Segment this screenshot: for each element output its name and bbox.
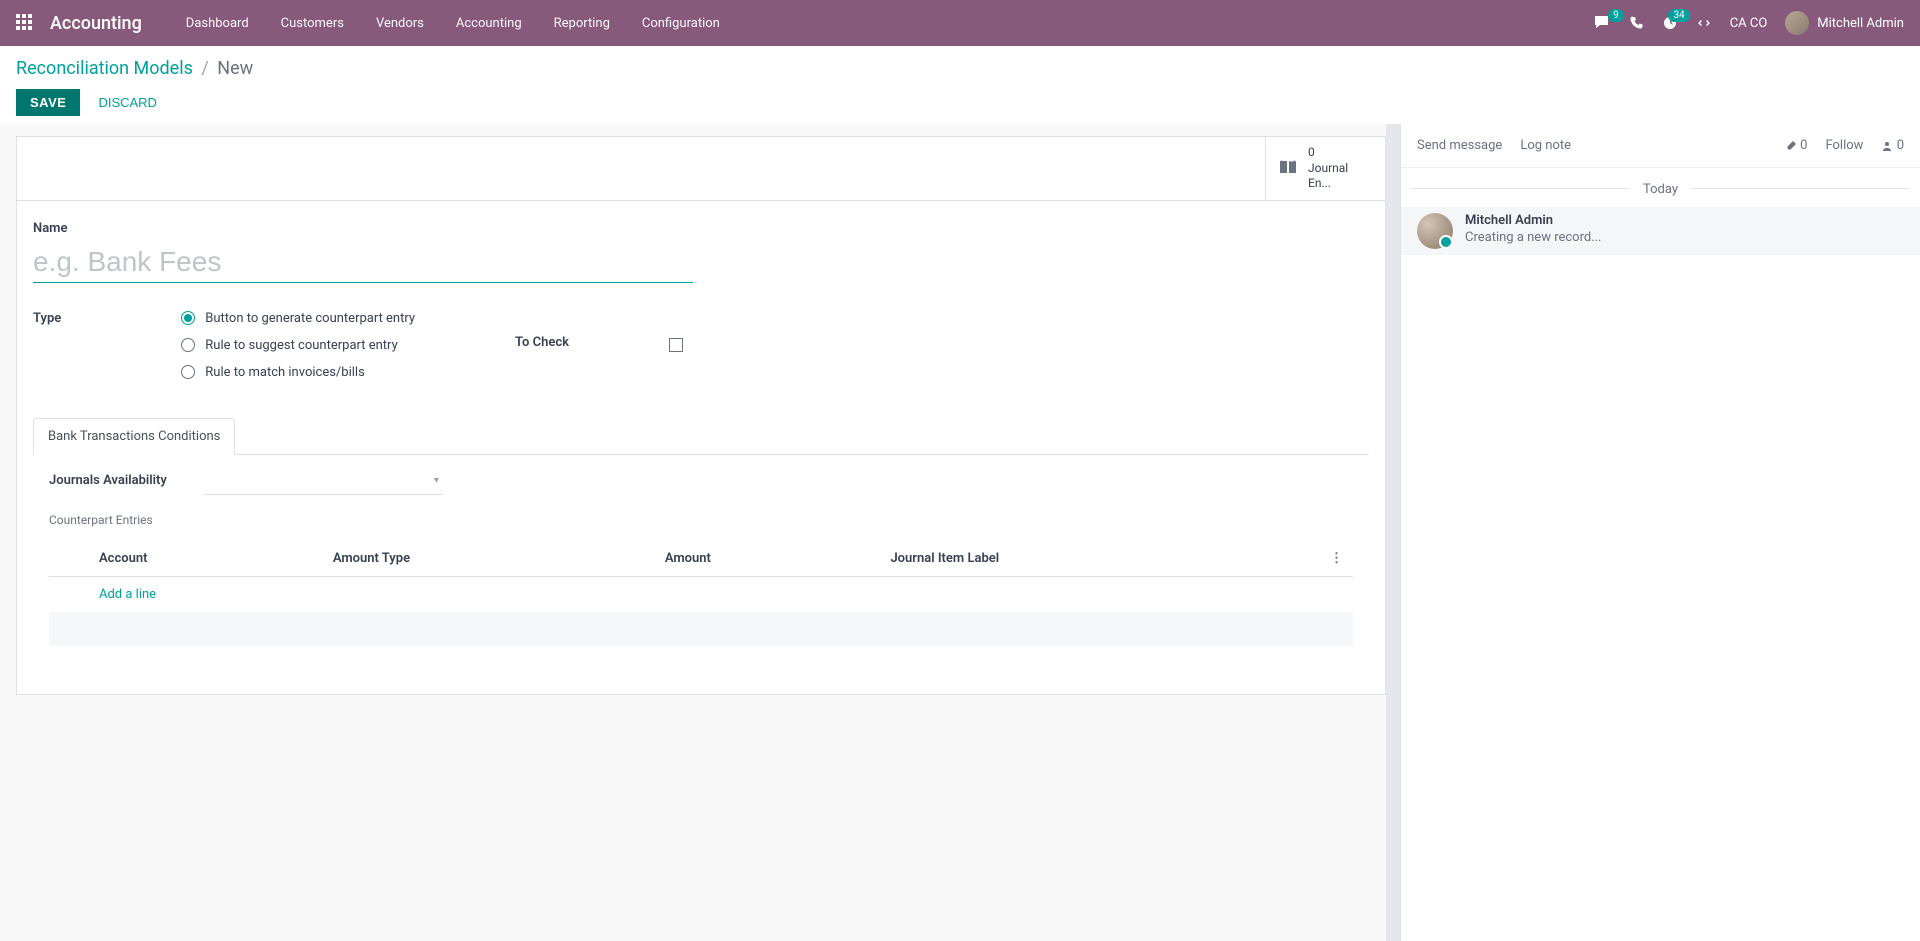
type-label: Type [33,311,61,374]
nav-reporting[interactable]: Reporting [538,16,626,31]
radio-checked-icon [181,311,195,325]
name-label: Name [33,221,1369,236]
user-name: Mitchell Admin [1817,16,1904,31]
avatar-icon [1785,11,1809,35]
follow-button[interactable]: Follow [1825,138,1863,153]
form-pane: 0 Journal En... Name Type Button to gene… [0,124,1386,941]
nav-right: 9 34 CA CO Mitchell Admin [1594,11,1904,35]
activities-badge: 34 [1668,9,1689,22]
nav-customers[interactable]: Customers [265,16,360,31]
message-author: Mitchell Admin [1465,213,1602,228]
attachment-button[interactable]: 0 [1785,138,1808,153]
breadcrumb: Reconciliation Models / New [16,58,1904,79]
table-row-empty [49,612,1353,646]
activities-icon[interactable]: 34 [1662,15,1678,31]
main-menu: Dashboard Customers Vendors Accounting R… [170,16,736,31]
journals-label: Journals Availability [49,473,167,488]
tab-content: Journals Availability Counterpart Entrie… [33,455,1369,664]
table-row: Add a line [49,576,1353,612]
debug-icon[interactable] [1696,15,1712,31]
breadcrumb-current: New [217,58,253,79]
followers-button[interactable]: 0 [1881,138,1904,153]
journal-entries-stat-button[interactable]: 0 Journal En... [1265,137,1385,200]
top-nav: Accounting Dashboard Customers Vendors A… [0,0,1920,46]
chatter-message: Mitchell Admin Creating a new record... [1401,207,1920,255]
breadcrumb-parent[interactable]: Reconciliation Models [16,58,193,79]
message-avatar [1417,213,1453,249]
form-body: Name Type Button to generate counterpart… [17,201,1385,694]
messages-icon[interactable]: 9 [1594,15,1612,31]
to-check-label: To Check [515,335,569,350]
control-panel: Reconciliation Models / New SAVE DISCARD [0,46,1920,124]
stat-count: 0 [1308,145,1373,161]
type-option-match[interactable]: Rule to match invoices/bills [181,365,415,380]
th-amount-type[interactable]: Amount Type [323,541,655,577]
apps-icon[interactable] [16,14,34,32]
tab-bank-transactions[interactable]: Bank Transactions Conditions [33,418,235,455]
th-account[interactable]: Account [89,541,323,577]
chatter-toolbar: Send message Log note 0 Follow 0 [1401,124,1920,168]
discard-button[interactable]: DISCARD [88,89,167,116]
journals-dropdown[interactable] [203,473,443,495]
radio-unchecked-icon [181,338,195,352]
type-option-suggest[interactable]: Rule to suggest counterpart entry [181,338,415,353]
th-amount[interactable]: Amount [655,541,881,577]
type-option-label: Rule to suggest counterpart entry [205,338,397,353]
chatter-date-divider: Today [1401,168,1920,207]
type-option-button[interactable]: Button to generate counterpart entry [181,311,415,326]
company-selector[interactable]: CA CO [1730,16,1768,31]
add-line-button[interactable]: Add a line [99,587,156,602]
nav-vendors[interactable]: Vendors [360,16,440,31]
tab-header: Bank Transactions Conditions [33,418,1369,455]
type-option-label: Rule to match invoices/bills [205,365,365,380]
table-options-icon[interactable]: ⋮ [1330,551,1343,566]
breadcrumb-separator: / [201,58,208,79]
user-menu[interactable]: Mitchell Admin [1785,11,1904,35]
followers-count: 0 [1897,138,1904,153]
tabs: Bank Transactions Conditions Journals Av… [33,418,1369,664]
form-sheet: 0 Journal En... Name Type Button to gene… [16,136,1386,695]
message-text: Creating a new record... [1465,230,1602,245]
name-input[interactable] [33,242,693,283]
nav-configuration[interactable]: Configuration [626,16,736,31]
book-icon [1278,159,1298,177]
type-radio-group: Button to generate counterpart entry Rul… [181,311,415,380]
stat-button-row: 0 Journal En... [17,137,1385,201]
scrollbar[interactable] [1386,124,1400,941]
app-brand[interactable]: Accounting [50,13,142,34]
counterpart-label: Counterpart Entries [49,513,1353,527]
phone-icon[interactable] [1630,16,1644,30]
counterpart-table: Account Amount Type Amount Journal Item … [49,541,1353,646]
main-content: 0 Journal En... Name Type Button to gene… [0,124,1920,941]
nav-accounting[interactable]: Accounting [440,16,538,31]
send-message-button[interactable]: Send message [1417,138,1502,153]
log-note-button[interactable]: Log note [1520,138,1571,153]
chatter: Send message Log note 0 Follow 0 Today M… [1400,124,1920,941]
attachment-count: 0 [1800,138,1807,153]
type-option-label: Button to generate counterpart entry [205,311,415,326]
action-buttons: SAVE DISCARD [16,89,1904,116]
messages-badge: 9 [1608,9,1624,22]
save-button[interactable]: SAVE [16,89,80,116]
to-check-checkbox[interactable] [669,338,683,352]
stat-label: Journal En... [1308,161,1373,192]
radio-unchecked-icon [181,365,195,379]
th-journal-item-label[interactable]: Journal Item Label [880,541,1320,577]
nav-dashboard[interactable]: Dashboard [170,16,265,31]
